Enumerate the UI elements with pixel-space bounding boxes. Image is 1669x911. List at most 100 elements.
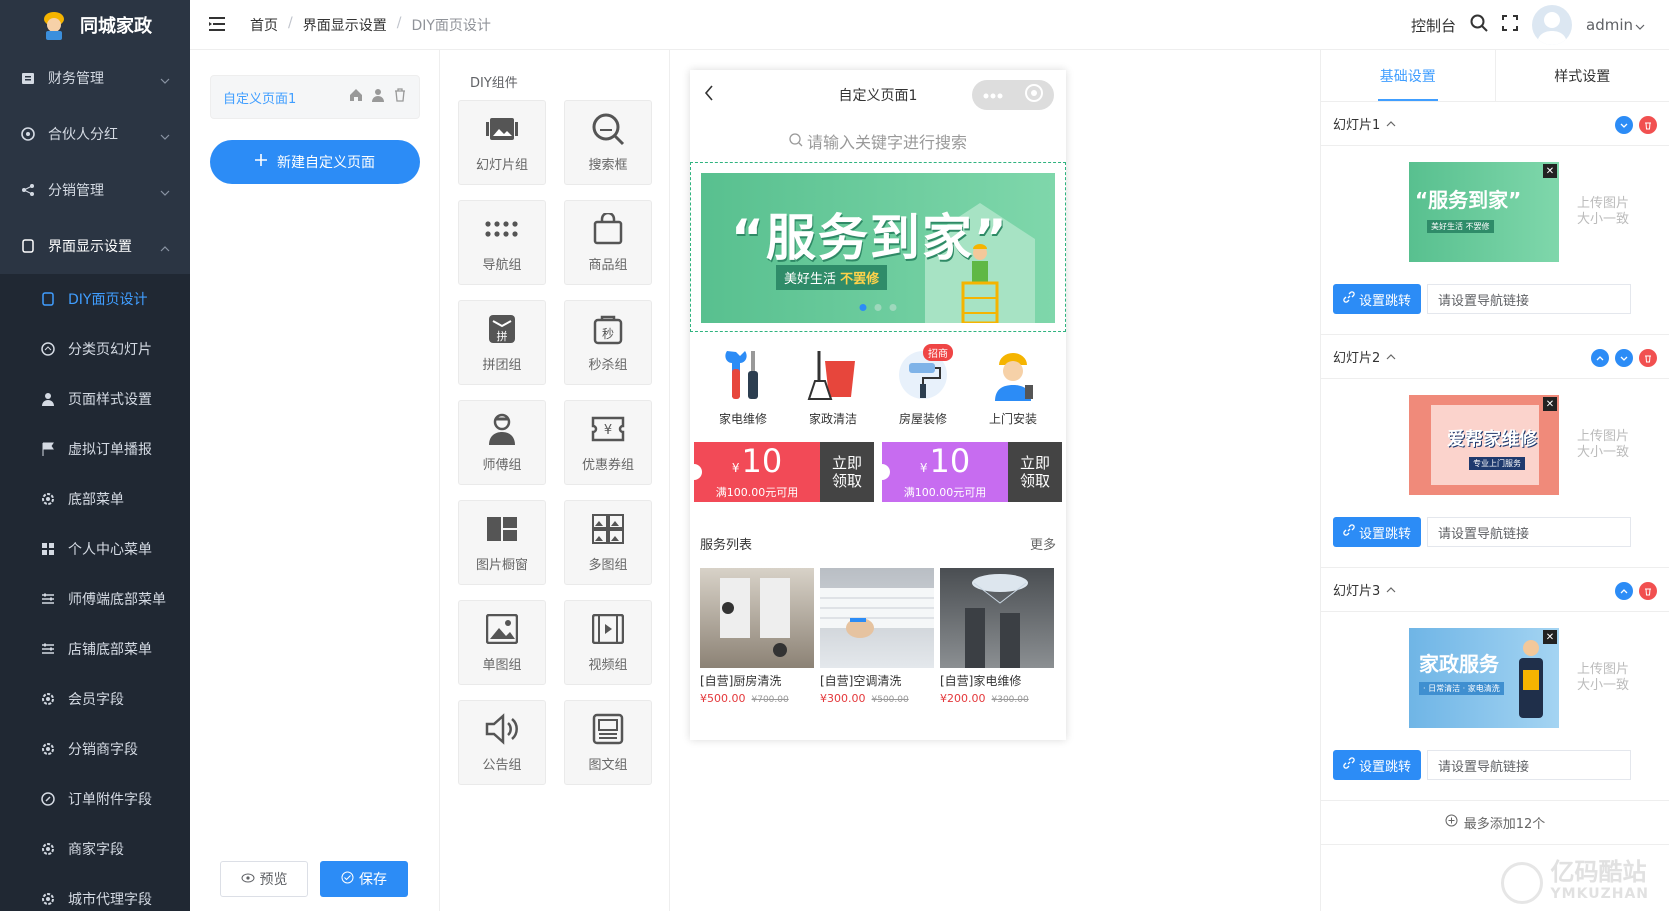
dot[interactable] [889, 304, 897, 311]
close-target-icon[interactable] [1024, 83, 1044, 107]
set-jump-button[interactable]: 设置跳转 [1333, 517, 1421, 547]
component-multi-image[interactable]: 多图组 [564, 500, 652, 585]
component-single-image[interactable]: 单图组 [458, 600, 546, 685]
hint-line1: 上传图片 [1577, 429, 1630, 444]
add-slide-button[interactable]: 最多添加12个 [1321, 801, 1669, 845]
submenu-merchant-fields[interactable]: 商家字段 [0, 824, 190, 874]
service-card[interactable]: [自营]空调清洗 ¥300.00 ¥500.00 [820, 568, 934, 705]
save-button[interactable]: 保存 [320, 861, 408, 897]
phone-search[interactable]: 请输入关键字进行搜索 [690, 120, 1066, 162]
nav-item[interactable]: 上门安装 [973, 348, 1053, 427]
slide-header[interactable]: 幻灯片3 [1321, 568, 1669, 612]
services-more-link[interactable]: 更多 [1030, 534, 1056, 553]
nav-link-input[interactable]: 请设置导航链接 [1427, 284, 1631, 314]
chevron-up-icon[interactable] [1386, 582, 1396, 597]
slide-header[interactable]: 幻灯片1 [1321, 102, 1669, 146]
user-name[interactable]: admin [1586, 16, 1633, 34]
page-card[interactable]: 自定义页面1 [210, 75, 420, 119]
set-jump-button[interactable]: 设置跳转 [1333, 750, 1421, 780]
trash-icon[interactable] [393, 88, 407, 106]
submenu-member-fields[interactable]: 会员字段 [0, 674, 190, 724]
submenu-diy-design[interactable]: DIY面页设计 [0, 274, 190, 324]
menu-ui-settings[interactable]: 界面显示设置 [0, 218, 190, 274]
component-article[interactable]: 图文组 [564, 700, 652, 785]
submenu-personal-center[interactable]: 个人中心菜单 [0, 524, 190, 574]
new-page-button[interactable]: 新建自定义页面 [210, 140, 420, 184]
breadcrumb-home[interactable]: 首页 [250, 15, 278, 35]
submenu-bottom-menu[interactable]: 底部菜单 [0, 474, 190, 524]
service-card[interactable]: [自营]厨房清洗 ¥500.00 ¥700.00 [700, 568, 814, 705]
move-up-icon[interactable] [1615, 582, 1633, 600]
component-image-window[interactable]: 图片橱窗 [458, 500, 546, 585]
submenu-city-agent-fields[interactable]: 城市代理字段 [0, 874, 190, 911]
move-down-icon[interactable] [1615, 116, 1633, 134]
component-search[interactable]: 搜索框 [564, 100, 652, 185]
component-goods[interactable]: 商品组 [564, 200, 652, 285]
caret-down-icon[interactable] [1635, 16, 1645, 34]
close-icon[interactable]: ✕ [1543, 630, 1557, 644]
menu-finance[interactable]: 财务管理 [0, 50, 190, 106]
submenu-shop-bottom[interactable]: 店铺底部菜单 [0, 624, 190, 674]
slide-thumbnail[interactable]: 爱帮家维修 专业上门服务 ✕ [1409, 395, 1559, 495]
nav-item[interactable]: 家政清洁 [793, 348, 873, 427]
move-up-icon[interactable] [1591, 349, 1609, 367]
preview-button[interactable]: 预览 [220, 861, 308, 897]
tab-style-settings[interactable]: 样式设置 [1494, 50, 1669, 101]
component-notice[interactable]: 公告组 [458, 700, 546, 785]
user-icon[interactable] [371, 88, 385, 106]
menu-label: 分销管理 [48, 183, 104, 199]
slide-header[interactable]: 幻灯片2 [1321, 335, 1669, 379]
submenu-master-bottom[interactable]: 师傅端底部菜单 [0, 574, 190, 624]
dot[interactable] [874, 304, 882, 311]
coupon-card[interactable]: ¥10 满100.00元可用 立即 领取 [690, 442, 874, 502]
move-down-icon[interactable] [1615, 349, 1633, 367]
submenu-order-attach[interactable]: 订单附件字段 [0, 774, 190, 824]
back-arrow-icon[interactable] [704, 84, 714, 106]
set-jump-button[interactable]: 设置跳转 [1333, 284, 1421, 314]
fullscreen-icon[interactable] [1502, 15, 1518, 35]
search-icon[interactable] [1470, 14, 1488, 36]
component-slideshow[interactable]: 幻灯片组 [458, 100, 546, 185]
close-icon[interactable]: ✕ [1543, 397, 1557, 411]
dot-active[interactable] [859, 304, 867, 311]
slide-thumbnail[interactable]: 家政服务 · 日常清洁 · 家电清洗 ✕ [1409, 628, 1559, 728]
nav-item[interactable]: 招商 房屋装修 [883, 343, 963, 427]
coupon-card[interactable]: ¥10 满100.00元可用 立即 领取 [874, 442, 1062, 502]
delete-icon[interactable] [1639, 349, 1657, 367]
slide-thumbnail[interactable]: “服务到家” 美好生活 不罢修 ✕ [1409, 162, 1559, 262]
submenu-page-style[interactable]: 页面样式设置 [0, 374, 190, 424]
component-video[interactable]: 视频组 [564, 600, 652, 685]
nav-item[interactable]: 家电维修 [703, 348, 783, 427]
component-master[interactable]: 师傅组 [458, 400, 546, 485]
slideshow-block[interactable]: “服务到家” 美好生活 不罢修 [690, 162, 1066, 332]
coupon-claim-button[interactable]: 立即 领取 [820, 442, 874, 502]
service-card[interactable]: [自营]家电维修 ¥200.00 ¥300.00 [940, 568, 1054, 705]
menu-partner-dividend[interactable]: 合伙人分红 [0, 106, 190, 162]
delete-icon[interactable] [1639, 116, 1657, 134]
submenu-virtual-order[interactable]: 虚拟订单播报 [0, 424, 190, 474]
chevron-up-icon[interactable] [1386, 349, 1396, 364]
app-logo[interactable]: 同城家政 [0, 0, 190, 50]
submenu-distributor-fields[interactable]: 分销商字段 [0, 724, 190, 774]
console-link[interactable]: 控制台 [1411, 15, 1456, 36]
menu-toggle-icon[interactable] [208, 16, 226, 34]
submenu-category-slides[interactable]: 分类页幻灯片 [0, 324, 190, 374]
component-nav[interactable]: 导航组 [458, 200, 546, 285]
chevron-up-icon[interactable] [1386, 116, 1396, 131]
nav-link-input[interactable]: 请设置导航链接 [1427, 750, 1631, 780]
more-dots-icon[interactable] [983, 87, 1003, 103]
component-group-buy[interactable]: 拼拼团组 [458, 300, 546, 385]
tab-basic-settings[interactable]: 基础设置 [1321, 50, 1495, 101]
close-icon[interactable]: ✕ [1543, 164, 1557, 178]
nav-link-input[interactable]: 请设置导航链接 [1427, 517, 1631, 547]
home-icon[interactable] [349, 88, 363, 106]
component-coupon[interactable]: ¥ 优惠券组 [564, 400, 652, 485]
delete-icon[interactable] [1639, 582, 1657, 600]
coupon-claim-button[interactable]: 立即 领取 [1008, 442, 1062, 502]
breadcrumb-ui-settings[interactable]: 界面显示设置 [303, 15, 387, 35]
mini-program-capsule[interactable] [972, 80, 1054, 110]
component-flash-sale[interactable]: 秒秒杀组 [564, 300, 652, 385]
custom-pages-panel: 自定义页面1 新建自定义页面 预览 保存 [190, 50, 440, 911]
menu-distribution[interactable]: 分销管理 [0, 162, 190, 218]
avatar[interactable] [1532, 5, 1572, 45]
